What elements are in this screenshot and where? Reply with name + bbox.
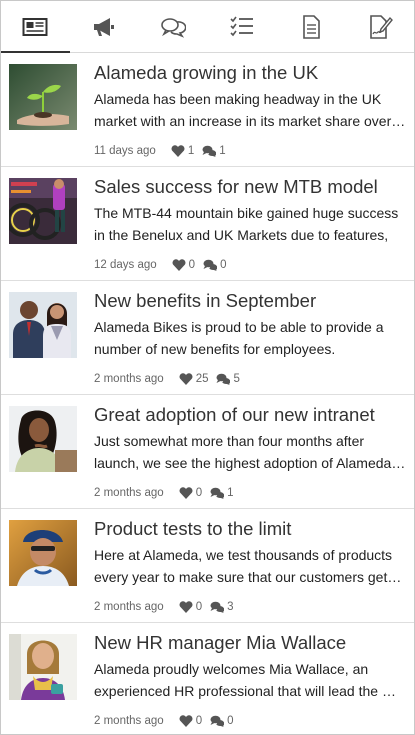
like-count: 0 <box>195 715 203 727</box>
news-thumbnail <box>9 64 77 130</box>
tab-bar <box>1 1 414 53</box>
like-count: 1 <box>187 145 195 157</box>
comment-count: 1 <box>227 487 234 499</box>
tab-announcements[interactable] <box>70 1 139 52</box>
megaphone-icon <box>94 17 115 36</box>
heart-icon[interactable] <box>179 715 193 727</box>
chat-bubbles-icon <box>161 17 187 38</box>
comment-count: 3 <box>227 601 234 613</box>
heart-icon[interactable] <box>179 373 193 385</box>
news-item[interactable]: Great adoption of our new intranet Just … <box>1 395 414 509</box>
news-summary: Alameda Bikes is proud to be able to pro… <box>94 319 384 357</box>
news-date: 2 months ago <box>94 487 164 499</box>
heart-icon[interactable] <box>171 145 185 157</box>
comments-icon[interactable] <box>203 259 218 271</box>
comment-count: 0 <box>220 259 227 271</box>
news-thumbnail <box>9 406 77 472</box>
news-meta: 11 days ago 1 1 <box>94 145 406 157</box>
news-thumbnail <box>9 178 77 244</box>
news-item[interactable]: Sales success for new MTB model The MTB-… <box>1 167 414 281</box>
heart-icon[interactable] <box>179 487 193 499</box>
like-count: 25 <box>195 373 209 385</box>
news-item[interactable]: Alameda growing in the UK Alameda has be… <box>1 53 414 167</box>
like-count: 0 <box>195 601 203 613</box>
news-title[interactable]: Alameda growing in the UK <box>94 61 406 85</box>
sign-document-icon <box>369 14 393 39</box>
news-thumbnail <box>9 292 77 358</box>
news-meta: 2 months ago 0 0 <box>94 715 406 727</box>
news-summary: Just somewhat more than four months afte… <box>94 433 401 471</box>
news-date: 11 days ago <box>94 145 156 157</box>
comments-icon[interactable] <box>202 145 217 157</box>
news-meta: 2 months ago 0 1 <box>94 487 406 499</box>
comment-count: 0 <box>227 715 234 727</box>
tab-sign[interactable] <box>345 1 414 52</box>
news-title[interactable]: Great adoption of our new intranet <box>94 403 406 427</box>
comments-icon[interactable] <box>210 487 225 499</box>
news-item[interactable]: New HR manager Mia Wallace Alameda proud… <box>1 623 414 734</box>
news-summary: The MTB-44 mountain bike gained huge suc… <box>94 205 399 243</box>
news-feed-panel: Alameda growing in the UK Alameda has be… <box>0 0 415 735</box>
heart-icon[interactable] <box>179 601 193 613</box>
news-date: 2 months ago <box>94 715 164 727</box>
tab-discussions[interactable] <box>139 1 208 52</box>
news-date: 2 months ago <box>94 601 164 613</box>
checklist-icon <box>230 16 253 36</box>
news-summary: Here at Alameda, we test thousands of pr… <box>94 547 393 585</box>
news-date: 2 months ago <box>94 373 164 385</box>
news-meta: 2 months ago 0 3 <box>94 601 406 613</box>
heart-icon[interactable] <box>172 259 186 271</box>
news-thumbnail <box>9 634 77 700</box>
news-list: Alameda growing in the UK Alameda has be… <box>1 53 414 734</box>
news-title[interactable]: New benefits in September <box>94 289 406 313</box>
news-meta: 12 days ago 0 0 <box>94 259 406 271</box>
like-count: 0 <box>195 487 203 499</box>
tab-tasks[interactable] <box>207 1 276 52</box>
news-meta: 2 months ago 25 5 <box>94 373 406 385</box>
news-item[interactable]: Product tests to the limit Here at Alame… <box>1 509 414 623</box>
comments-icon[interactable] <box>210 601 225 613</box>
news-title[interactable]: Sales success for new MTB model <box>94 175 406 199</box>
news-summary: Alameda has been making headway in the U… <box>94 91 392 129</box>
like-count: 0 <box>188 259 196 271</box>
news-icon <box>22 17 48 36</box>
tab-news[interactable] <box>1 1 70 53</box>
comment-count: 5 <box>233 373 240 385</box>
comments-icon[interactable] <box>210 715 225 727</box>
news-title[interactable]: Product tests to the limit <box>94 517 406 541</box>
news-date: 12 days ago <box>94 259 157 271</box>
comments-icon[interactable] <box>216 373 231 385</box>
news-item[interactable]: New benefits in September Alameda Bikes … <box>1 281 414 395</box>
tab-documents[interactable] <box>276 1 345 52</box>
news-thumbnail <box>9 520 77 586</box>
comment-count: 1 <box>219 145 226 157</box>
news-title[interactable]: New HR manager Mia Wallace <box>94 631 406 655</box>
news-summary: Alameda proudly welcomes Mia Wallace, an… <box>94 661 403 699</box>
document-icon <box>302 14 320 39</box>
